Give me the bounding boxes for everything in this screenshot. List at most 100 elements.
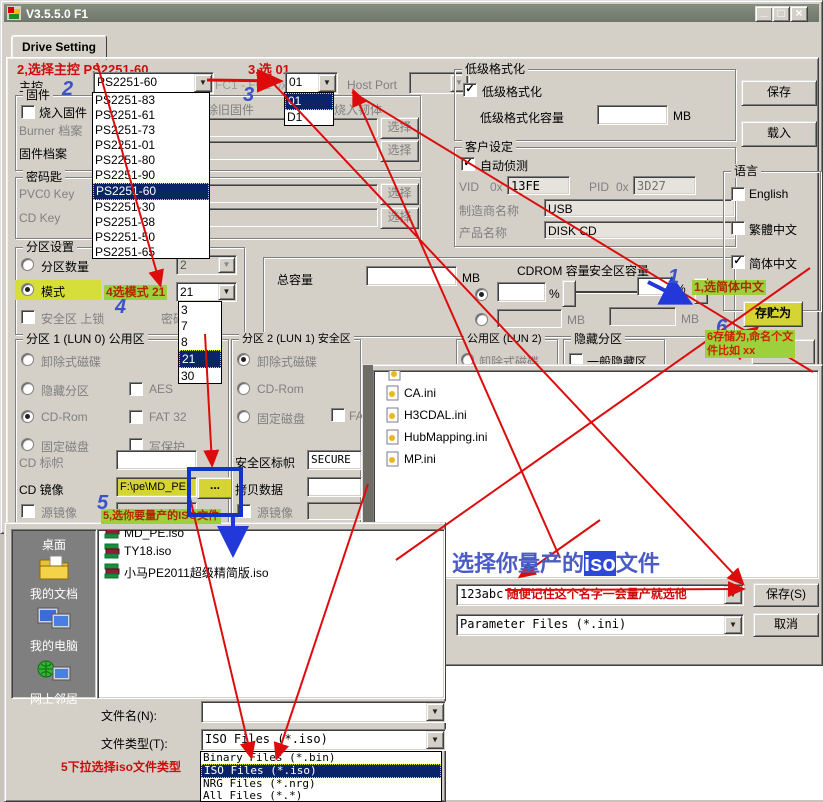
cd-image-browse-button[interactable]: ...	[197, 477, 233, 499]
network-places-icon[interactable]	[36, 657, 72, 687]
lun1-cdrom-radio[interactable]	[237, 382, 250, 395]
lang-simplified-checkbox[interactable]: ✓	[731, 255, 745, 269]
master-option[interactable]: PS2251-65	[93, 245, 209, 259]
my-documents-icon[interactable]	[36, 552, 72, 582]
lun0-cdrom-radio[interactable]	[21, 410, 34, 423]
vid-field[interactable]: 13FE	[507, 176, 570, 195]
lang-traditional-checkbox[interactable]	[731, 221, 745, 235]
cdrom-pct-radio[interactable]	[475, 288, 488, 301]
sub-dropdown-list[interactable]: 01 D1	[284, 92, 334, 126]
master-option[interactable]: PS2251-30	[93, 200, 209, 215]
minimize-button[interactable]: _	[755, 6, 773, 22]
sub-combobox[interactable]: 01 ▼	[285, 72, 338, 94]
place-network[interactable]: 网上邻居	[12, 690, 96, 707]
master-combo-arrow-icon[interactable]: ▼	[194, 74, 212, 92]
lun1-fat32-checkbox[interactable]	[331, 408, 345, 422]
cd-label-field[interactable]	[116, 450, 197, 470]
vendor-field[interactable]: USB	[544, 199, 735, 217]
close-button[interactable]: ×	[790, 6, 808, 22]
secure-tag-field[interactable]: SECURE	[307, 450, 362, 470]
master-combobox[interactable]: PS2251-60 ▼	[93, 72, 214, 94]
save-type-arrow-icon[interactable]: ▼	[724, 616, 742, 634]
lun0-hidden-radio[interactable]	[21, 382, 34, 395]
mode-combobox[interactable]: 21 ▼	[176, 282, 237, 302]
master-option[interactable]: PS2251-01	[93, 138, 209, 153]
list-item-label[interactable]: MD_PE.iso	[124, 529, 184, 540]
lun0-fixed-radio[interactable]	[21, 438, 34, 451]
lun1-src-field[interactable]	[307, 502, 362, 520]
maximize-button[interactable]: □	[772, 6, 790, 22]
lun0-aes-checkbox[interactable]	[129, 382, 143, 396]
lun0-removable-radio[interactable]	[21, 353, 34, 366]
autodetect-checkbox[interactable]: ✓	[461, 157, 475, 171]
cd-key-select-button[interactable]: 选择	[380, 207, 419, 229]
open-type-combobox[interactable]: ISO Files (*.iso) ▼	[201, 729, 446, 751]
secure-slider-handle[interactable]	[694, 278, 708, 304]
lun0-fat32-checkbox[interactable]	[129, 410, 143, 424]
save-dialog-save-button[interactable]: 保存(S)	[753, 583, 819, 607]
list-item[interactable]	[386, 407, 400, 423]
mode-radio[interactable]	[21, 283, 34, 296]
filetype-dropdown-list[interactable]: Binary Files (*.bin) ISO Files (*.iso) N…	[200, 751, 442, 802]
lowlevel-cap-field[interactable]	[597, 105, 668, 125]
save-as-button[interactable]: 存贮为	[743, 301, 803, 327]
pvc0-select-button[interactable]: 选择	[380, 183, 419, 205]
pid-field[interactable]: 3D27	[633, 176, 696, 195]
secure-pct-field[interactable]	[637, 277, 674, 296]
mode-option[interactable]: 7	[179, 318, 221, 334]
master-option[interactable]: PS2251-73	[93, 123, 209, 138]
mode-option[interactable]: 30	[179, 368, 221, 384]
cancel-button[interactable]: 取消	[751, 339, 815, 365]
lun1-removable-radio[interactable]	[237, 353, 250, 366]
cdrom-slider-handle[interactable]	[562, 280, 576, 307]
burn-firmware-checkbox[interactable]	[21, 105, 35, 119]
master-option[interactable]: PS2251-83	[93, 93, 209, 108]
total-capacity-field[interactable]	[366, 266, 457, 286]
burner-select-button[interactable]: 选择	[380, 117, 419, 139]
cdrom-mb-radio[interactable]	[475, 313, 488, 326]
open-type-arrow-icon[interactable]: ▼	[426, 731, 444, 749]
mode-option[interactable]: 8	[179, 334, 221, 350]
master-option[interactable]: PS2251-61	[93, 108, 209, 123]
open-filename-combobox[interactable]: ▼	[201, 701, 446, 723]
partition-count-radio[interactable]	[21, 258, 34, 271]
mode-option-selected[interactable]: 21	[179, 350, 221, 368]
open-filename-arrow-icon[interactable]: ▼	[426, 703, 444, 721]
title-bar[interactable]: V3.5.5.0 F1 _ □ ×	[4, 4, 819, 22]
open-file-list[interactable]: MD_PE.iso TY18.iso 小马PE2011超级精简版.iso	[97, 529, 445, 699]
lun0-src-checkbox[interactable]	[21, 504, 35, 518]
sub-option[interactable]: D1	[285, 110, 333, 125]
mode-dropdown-list[interactable]: 3 7 8 21 30	[178, 301, 222, 384]
cdrom-pct-field[interactable]	[497, 282, 546, 302]
lang-english-checkbox[interactable]	[731, 187, 745, 201]
lun1-src-checkbox[interactable]	[237, 504, 251, 518]
secure-mb-field[interactable]	[609, 307, 676, 326]
filetype-option[interactable]: All Files (*.*)	[201, 790, 441, 802]
list-item-label[interactable]: CA.ini	[404, 386, 436, 400]
master-option[interactable]: PS2251-38	[93, 215, 209, 230]
list-item[interactable]	[386, 451, 400, 467]
mode-arrow-icon[interactable]: ▼	[218, 284, 235, 300]
sub-combo-arrow-icon[interactable]: ▼	[318, 74, 336, 92]
my-computer-icon[interactable]	[36, 604, 72, 634]
list-item-label[interactable]: H3CDAL.ini	[404, 408, 467, 422]
master-option[interactable]: PS2251-90	[93, 168, 209, 183]
load-button[interactable]: 载入	[741, 121, 817, 147]
secure-lock-checkbox[interactable]	[21, 310, 35, 324]
save-dialog-cancel-button[interactable]: 取消	[753, 613, 819, 637]
master-dropdown-list[interactable]: PS2251-83 PS2251-61 PS2251-73 PS2251-01 …	[92, 92, 210, 259]
save-filename-combobox[interactable]: 123abc 随便记住这个名字一会量产就选他 ▼	[456, 584, 744, 606]
master-option[interactable]: PS2251-80	[93, 153, 209, 168]
mode-option[interactable]: 3	[179, 302, 221, 318]
copy-data-field[interactable]	[307, 477, 362, 497]
filetype-option-selected[interactable]: ISO Files (*.iso)	[201, 764, 441, 778]
sub-option-selected[interactable]: 01	[285, 93, 333, 110]
master-option-selected[interactable]: PS2251-60	[93, 183, 209, 200]
list-item-label[interactable]: 小马PE2011超级精简版.iso	[124, 564, 269, 581]
list-item-label[interactable]: HubMapping.ini	[404, 430, 487, 444]
place-desktop[interactable]: 桌面	[12, 536, 96, 553]
master-option[interactable]: PS2251-50	[93, 230, 209, 245]
save-type-combobox[interactable]: Parameter Files (*.ini) ▼	[456, 614, 744, 636]
list-item[interactable]	[386, 429, 400, 445]
place-my-documents[interactable]: 我的文档	[12, 585, 96, 602]
